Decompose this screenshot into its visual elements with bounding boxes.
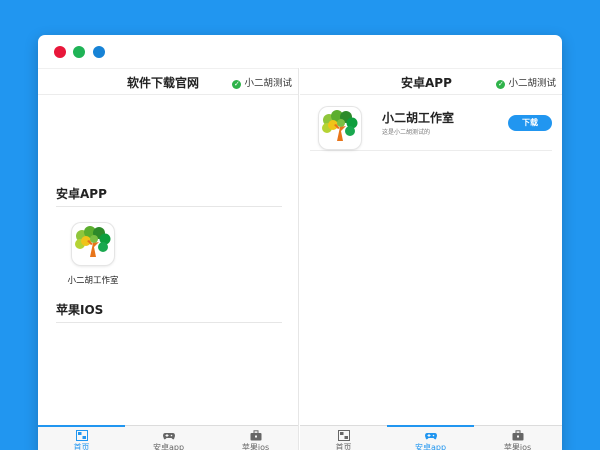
page-title: 安卓APP (401, 76, 452, 90)
tab-home[interactable]: 首页 (38, 425, 125, 450)
tab-android[interactable]: 安卓app (387, 425, 474, 450)
tab-android[interactable]: 安卓app (125, 426, 212, 450)
tab-label: 首页 (335, 443, 352, 450)
android-header: 安卓APP ✓ 小二胡测试 (300, 68, 562, 95)
tab-label: 苹果ios (241, 443, 270, 450)
app-window: 软件下载官网 ✓ 小二胡测试 安卓APP 小二胡工作室 苹果IOS 首页 安卓a… (38, 35, 562, 450)
status-indicator: ✓ 小二胡测试 (496, 75, 556, 89)
status-text: 小二胡测试 (244, 78, 292, 89)
title-bar (38, 35, 562, 68)
home-pane: 软件下载官网 ✓ 小二胡测试 安卓APP 小二胡工作室 苹果IOS 首页 安卓a… (38, 68, 299, 450)
app-list-item[interactable]: 小二胡工作室 这是小二胡测试的 下载 (310, 103, 552, 151)
tab-label: 首页 (73, 443, 90, 450)
tab-label: 安卓app (152, 443, 185, 450)
app-icon (319, 107, 361, 149)
page-title: 软件下载官网 (127, 76, 200, 90)
tab-label: 苹果ios (503, 443, 532, 450)
check-icon: ✓ (496, 80, 506, 89)
tab-bar: 首页 安卓app 苹果ios (300, 425, 562, 450)
section-title-ios: 苹果IOS (56, 301, 282, 323)
app-icon (72, 223, 114, 265)
tab-ios[interactable]: 苹果ios (474, 426, 561, 450)
close-window-button[interactable] (54, 46, 66, 58)
app-description: 这是小二胡测试的 (382, 129, 431, 136)
app-name: 小二胡工作室 (382, 111, 455, 125)
tab-bar: 首页 安卓app 苹果ios (38, 425, 298, 450)
maximize-window-button[interactable] (93, 46, 105, 58)
section-title-android: 安卓APP (56, 185, 282, 207)
status-text: 小二胡测试 (508, 78, 556, 89)
gamepad-icon (424, 433, 437, 440)
status-indicator: ✓ 小二胡测试 (232, 75, 292, 89)
minimize-window-button[interactable] (73, 46, 85, 58)
android-pane: 安卓APP ✓ 小二胡测试 小二胡工作室 这是小二胡测试的 下载 首页 安卓ap… (300, 68, 562, 450)
tab-ios[interactable]: 苹果ios (212, 426, 299, 450)
download-button[interactable]: 下载 (508, 115, 552, 131)
app-tile[interactable]: 小二胡工作室 (60, 223, 126, 286)
briefcase-icon (250, 430, 261, 441)
home-icon (337, 430, 350, 441)
briefcase-icon (512, 430, 523, 441)
check-icon: ✓ (232, 80, 242, 89)
tab-home[interactable]: 首页 (300, 426, 387, 450)
app-tile-label: 小二胡工作室 (67, 276, 119, 286)
tab-label: 安卓app (414, 443, 447, 450)
gamepad-icon (162, 433, 175, 440)
home-icon (75, 430, 88, 441)
home-header: 软件下载官网 ✓ 小二胡测试 (38, 68, 298, 95)
